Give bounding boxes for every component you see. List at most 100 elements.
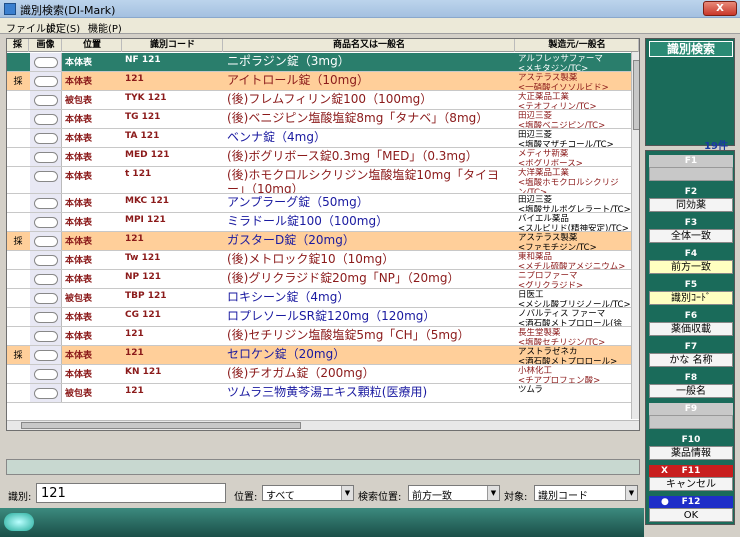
table-row[interactable]: 本体表 MKC 121 アンプラーグ錠（50mg） 田辺三菱 <塩酸サルポグレラート/T… <box>7 194 631 213</box>
row-manufacturer: 田辺三菱 <塩酸サルポグレラート/TC> <box>516 194 631 213</box>
hscroll-thumb[interactable] <box>21 422 301 429</box>
fkey-f8[interactable]: F8 一般名 <box>649 372 733 399</box>
table-row[interactable]: 本体表 NP 121 (後)グリクラジド錠20mg「NP」（20mg） ニプロファーマ… <box>7 270 631 289</box>
row-id-code: MKC 121 <box>125 196 170 206</box>
col-product-name[interactable]: 商品名又は一般名 <box>224 39 515 52</box>
table-row[interactable]: 本体表 MPI 121 ミラドール錠100（100mg） バイエル薬品 <スルピリド(精… <box>7 213 631 232</box>
search-panel: 識別検索 19件 <box>645 38 735 152</box>
fkey-number: F8 <box>684 373 698 383</box>
col-image[interactable]: 画像 <box>30 39 62 52</box>
row-manufacturer: アステラス製薬 <一硝酸イソソルビド> <box>516 72 631 90</box>
col-position[interactable]: 位置 <box>63 39 122 52</box>
generic-name: <グリクラジド> <box>518 281 584 289</box>
manufacturer-name: ノバルティス ファーマ <box>518 309 606 319</box>
col-manufacturer[interactable]: 製造元/一般名 <box>516 39 639 52</box>
position-select[interactable]: すべて ▼ <box>262 485 354 502</box>
pill-icon <box>34 369 58 380</box>
col-id-code[interactable]: 識別コード <box>123 39 223 52</box>
vertical-scrollbar[interactable] <box>631 52 639 419</box>
table-row[interactable]: 本体表 Tw 121 (後)メトロック錠10（10mg） 東和薬品 <メチル硫酸アメジニ… <box>7 251 631 270</box>
row-id-code: 121 <box>125 74 144 84</box>
pill-image-icon <box>30 167 62 193</box>
pill-icon <box>34 171 58 182</box>
fkey-number: F6 <box>684 311 698 321</box>
pill-image-icon <box>30 53 62 71</box>
fkey-number: F5 <box>684 280 698 290</box>
pill-image-icon <box>30 327 62 345</box>
table-row[interactable]: 本体表 NF 121 ニポラジン錠（3mg） アルフレッサファーマ <メキタジン/TC> <box>7 53 631 72</box>
pill-image-icon <box>30 308 62 326</box>
pill-image-icon <box>30 110 62 128</box>
table-row[interactable]: 本体表 TA 121 ベンナ錠（4mg） 田辺三菱 <塩酸マザチコール/TC> <box>7 129 631 148</box>
row-id-code: MED 121 <box>125 150 170 160</box>
chevron-down-icon: ▼ <box>625 486 637 500</box>
fkey-label: 薬品情報 <box>649 446 733 460</box>
row-product-name: (後)ボグリボース錠0.3mg「MED」（0.3mg） <box>227 149 478 163</box>
row-sai <box>7 251 29 269</box>
col-sai[interactable]: 採 <box>7 39 29 52</box>
table-row[interactable]: 被包表 TBP 121 ロキシーン錠（4mg） 日医工 <メシル酸ブリジノール/TC> <box>7 289 631 308</box>
target-select[interactable]: 識別コード ▼ <box>534 485 638 502</box>
row-manufacturer: 大正薬品工業 <テオフィリン/TC> <box>516 91 631 109</box>
footer-bar <box>0 508 644 537</box>
close-button[interactable]: X <box>703 1 737 16</box>
manufacturer-name: 田辺三菱 <box>518 130 553 140</box>
row-manufacturer: アルフレッサファーマ <メキタジン/TC> <box>516 53 631 71</box>
id-input[interactable] <box>36 483 226 503</box>
fkey-label: かな 名称 <box>649 353 733 367</box>
fkey-f7[interactable]: F7 かな 名称 <box>649 341 733 368</box>
pill-image-icon <box>30 129 62 147</box>
grid-header: 採 画像 位置 識別コード 商品名又は一般名 製造元/一般名 <box>7 39 639 52</box>
table-row[interactable]: 被包表 TYK 121 (後)フレムフィリン錠100（100mg） 大正薬品工業 <テオ… <box>7 91 631 110</box>
logo-icon <box>4 513 34 531</box>
row-product-name: (後)ホモクロルシクリジン塩酸塩錠10mg「タイヨー」（10mg） <box>227 168 499 194</box>
generic-name: <塩酸サルポグレラート/TC> <box>518 205 631 213</box>
fkey-f6[interactable]: F6 薬価収載 <box>649 310 733 337</box>
fkey-f3[interactable]: F3 全体一致 <box>649 217 733 244</box>
manufacturer-name: 長生堂製薬 <box>518 328 561 338</box>
row-position: 本体表 <box>65 134 93 144</box>
pill-image-icon <box>30 251 62 269</box>
fkey-f11[interactable]: F11 キャンセル X <box>649 465 733 492</box>
menu-settings[interactable]: 設定(S) <box>46 20 80 35</box>
row-product-name: アンプラーグ錠（50mg） <box>227 195 369 209</box>
mode-select[interactable]: 前方一致 ▼ <box>408 485 500 502</box>
table-row[interactable]: 本体表 KN 121 (後)チオガム錠（200mg） 小林化工 <チアプロフェン酸> <box>7 365 631 384</box>
table-row[interactable]: 被包表 121 ツムラ三物黄芩湯エキス顆粒(医療用) ツムラ <box>7 384 631 403</box>
row-position: 本体表 <box>65 370 93 380</box>
row-sai <box>7 53 29 71</box>
fkey-f4[interactable]: F4 前方一致 <box>649 248 733 275</box>
fkey-f5[interactable]: F5 識別ｺｰﾄﾞ <box>649 279 733 306</box>
horizontal-scrollbar[interactable] <box>7 420 639 430</box>
row-position: 本体表 <box>65 172 93 182</box>
table-row[interactable]: 本体表 TG 121 (後)ベニジピン塩酸塩錠8mg「タナベ」（8mg） 田辺三菱 <塩… <box>7 110 631 129</box>
manufacturer-name: バイエル薬品 <box>518 214 569 224</box>
row-position: 本体表 <box>65 313 93 323</box>
fkey-f10[interactable]: F10 薬品情報 <box>649 434 733 461</box>
table-row[interactable]: 採 本体表 121 ガスターD錠（20mg） アステラス製薬 <ファモチジン/TC> <box>7 232 631 251</box>
table-row[interactable]: 採 本体表 121 セロケン錠（20mg） アストラゼネカ <酒石酸メトプロロール> <box>7 346 631 365</box>
manufacturer-name: 田辺三菱 <box>518 195 553 205</box>
table-row[interactable]: 採 本体表 121 アイトロール錠（10mg） アステラス製薬 <一硝酸イソソルビド> <box>7 72 631 91</box>
table-row[interactable]: 本体表 MED 121 (後)ボグリボース錠0.3mg「MED」（0.3mg） メディ… <box>7 148 631 167</box>
row-product-name: ガスターD錠（20mg） <box>227 233 355 247</box>
search-bar: 識別: 位置: すべて ▼ 検索位置: 前方一致 ▼ 対象: 識別コード ▼ <box>0 480 644 506</box>
table-row[interactable]: 本体表 t 121 (後)ホモクロルシクリジン塩酸塩錠10mg「タイヨー」（10mg… <box>7 167 631 194</box>
scroll-thumb[interactable] <box>633 60 639 130</box>
fkey-label: 識別ｺｰﾄﾞ <box>649 291 733 305</box>
mode-label: 検索位置: <box>358 492 402 503</box>
table-row[interactable]: 本体表 CG 121 ロプレソールSR錠120mg（120mg） ノバルティス ファー… <box>7 308 631 327</box>
row-sai <box>7 384 29 402</box>
fkey-label <box>649 167 733 181</box>
pill-icon <box>34 388 58 399</box>
row-sai <box>7 270 29 288</box>
manufacturer-name: 大洋薬品工業 <box>518 168 570 178</box>
pill-icon <box>34 57 58 68</box>
fkey-label: 同効薬 <box>649 198 733 212</box>
row-position: 本体表 <box>65 237 93 247</box>
fkey-f2[interactable]: F2 同効薬 <box>649 186 733 213</box>
menu-functions[interactable]: 機能(P) <box>88 20 122 35</box>
fkey-f12[interactable]: F12 OK ● <box>649 496 733 523</box>
table-row[interactable]: 本体表 121 (後)セチリジン塩酸塩錠5mg「CH」（5mg） 長生堂製薬 <塩酸セチ… <box>7 327 631 346</box>
generic-name: <メシル酸ブリジノール/TC> <box>518 300 631 308</box>
